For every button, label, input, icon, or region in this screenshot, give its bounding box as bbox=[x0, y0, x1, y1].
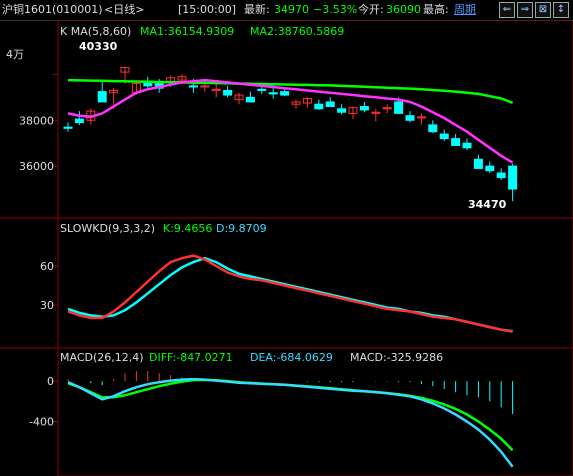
candle-body bbox=[462, 142, 472, 149]
high-label: 最高: bbox=[423, 3, 449, 16]
scroll-right-button[interactable]: ⇒ bbox=[517, 2, 533, 18]
candle-body bbox=[496, 172, 506, 179]
candle-body bbox=[508, 165, 518, 190]
chart-area: 38000 36000 60 30 0 -400 K MA(5,8,60) MA1:361… bbox=[0, 20, 573, 476]
high-marker: 40330 bbox=[79, 40, 118, 53]
ma5-line bbox=[67, 78, 514, 164]
candle-body bbox=[325, 101, 335, 108]
latest-value: 34970 bbox=[274, 3, 309, 16]
candle-body bbox=[337, 108, 347, 113]
candle-body bbox=[188, 85, 198, 88]
dea-readout: DEA:-684.0629 bbox=[250, 351, 333, 364]
candle-body bbox=[63, 126, 73, 129]
scroll-left-button[interactable]: ⇐ bbox=[499, 2, 515, 18]
period-label[interactable]: <日线> bbox=[104, 0, 144, 20]
price-unit-label: 4万 bbox=[6, 48, 24, 61]
candle-body bbox=[74, 118, 84, 124]
y-tick-label: 60 bbox=[40, 260, 54, 273]
candle-body bbox=[314, 103, 324, 110]
candle-body bbox=[485, 165, 495, 172]
zoom-button[interactable]: ⊠ bbox=[535, 2, 551, 18]
period-link[interactable]: 周期 bbox=[454, 0, 476, 20]
price-title: K MA(5,8,60) bbox=[60, 25, 131, 38]
symbol-code: (010001) bbox=[52, 3, 103, 16]
candle-body bbox=[359, 106, 369, 111]
kd-panel: SLOWKD(9,3,3,2) K:9.4656 D:9.8709 bbox=[60, 222, 267, 235]
dif-readout: DIFF:-847.0271 bbox=[149, 351, 233, 364]
macd-readout: MACD:-325.9286 bbox=[350, 351, 443, 364]
candle-body bbox=[473, 158, 483, 169]
k-readout: K:9.4656 bbox=[163, 222, 212, 235]
d-readout: D:9.8709 bbox=[216, 222, 267, 235]
ma1-readout: MA1:36154.9309 bbox=[140, 25, 234, 38]
resize-button[interactable]: ↕ bbox=[553, 2, 569, 18]
header-bar: 沪铜1601 (010001) <日线> [15:00:00] 最新: 3497… bbox=[0, 0, 573, 21]
y-tick-label: -400 bbox=[29, 416, 54, 429]
candle-body bbox=[428, 124, 438, 133]
candle-body bbox=[451, 138, 461, 146]
dea-line bbox=[67, 378, 514, 452]
y-tick-label: 0 bbox=[47, 375, 54, 388]
change-percent: −3.53% bbox=[313, 3, 358, 16]
y-tick-label: 36000 bbox=[19, 160, 54, 173]
candle-body bbox=[405, 115, 415, 121]
open-label: 今开: bbox=[358, 3, 384, 16]
price-panel: K MA(5,8,60) MA1:36154.9309 MA2:38760.58… bbox=[6, 25, 507, 211]
y-tick-label: 38000 bbox=[19, 114, 54, 127]
candle-body bbox=[280, 91, 290, 96]
k-line bbox=[67, 254, 513, 333]
kd-title: SLOWKD(9,3,3,2) bbox=[60, 222, 155, 235]
open-value: 36090 bbox=[386, 3, 421, 16]
candle-body bbox=[394, 101, 404, 114]
symbol-name: 沪铜1601 bbox=[2, 3, 52, 16]
candle-body bbox=[245, 96, 255, 103]
candle-body bbox=[268, 92, 278, 95]
time-label: [15:00:00] bbox=[178, 3, 236, 16]
candle-body bbox=[223, 89, 233, 96]
grid: 38000 36000 60 30 0 -400 bbox=[19, 73, 58, 429]
candle-body bbox=[257, 88, 267, 91]
low-marker: 34470 bbox=[468, 198, 507, 211]
candle-body bbox=[97, 91, 107, 103]
macd-panel: MACD(26,12,4) DIFF:-847.0271 DEA:-684.06… bbox=[60, 351, 443, 364]
y-tick-label: 30 bbox=[40, 299, 54, 312]
candle-body bbox=[439, 133, 449, 140]
macd-title: MACD(26,12,4) bbox=[60, 351, 144, 364]
latest-label: 最新: bbox=[244, 3, 270, 16]
ma2-readout: MA2:38760.5869 bbox=[250, 25, 344, 38]
